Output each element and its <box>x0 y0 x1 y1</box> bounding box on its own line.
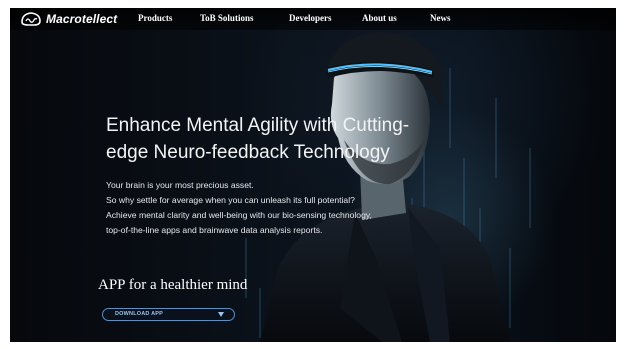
hero-description-line: So why settle for average when you can u… <box>106 195 355 205</box>
brand-name: Macrotellect <box>46 12 118 26</box>
hero-description-line: Your brain is your most precious asset. <box>106 180 254 190</box>
download-app-label: DOWNLOAD APP <box>115 311 164 317</box>
brain-wave-logo-icon <box>21 12 41 26</box>
hero-headline: Enhance Mental Agility with Cutting- edg… <box>106 112 446 166</box>
hero-description-line: top-of-the-line apps and brainwave data … <box>106 225 323 235</box>
nav-item-about-us[interactable]: About us <box>362 13 397 23</box>
hero-headline-line-1: Enhance Mental Agility with Cutting- <box>106 115 410 136</box>
hero-description-line: Achieve mental clarity and well-being wi… <box>106 210 372 220</box>
download-app-button[interactable]: DOWNLOAD APP <box>102 308 235 321</box>
app-heading: APP for a healthier mind <box>98 277 248 293</box>
nav-item-developers[interactable]: Developers <box>289 13 332 23</box>
nav-item-news[interactable]: News <box>430 13 451 23</box>
brand-logo[interactable]: Macrotellect <box>20 10 117 28</box>
chevron-down-icon <box>218 312 224 317</box>
nav-item-tob-solutions[interactable]: ToB Solutions <box>200 13 253 23</box>
hero-headline-line-2: edge Neuro-feedback Technology <box>106 142 390 163</box>
top-navigation-bar: Macrotellect Products ToB Solutions Deve… <box>10 8 616 30</box>
hero-description: Your brain is your most precious asset. … <box>106 178 446 238</box>
nav-item-products[interactable]: Products <box>138 13 172 23</box>
hero-section: Macrotellect Products ToB Solutions Deve… <box>10 8 616 342</box>
